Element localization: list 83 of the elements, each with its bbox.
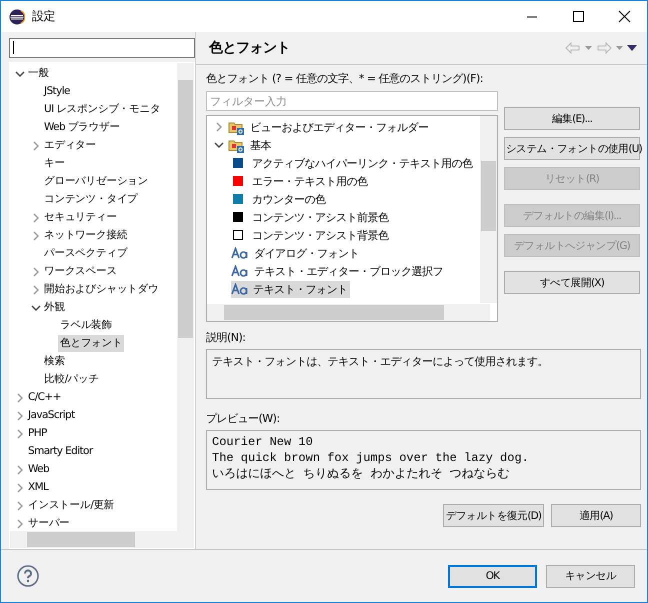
- app-logo-icon: [9, 8, 25, 24]
- tree-item[interactable]: サーバー: [26, 515, 72, 532]
- tree-item[interactable]: テキスト・エディター・ブロック選択フ: [252, 262, 445, 280]
- button[interactable]: デフォルトを復元(D): [443, 504, 544, 527]
- tree-item[interactable]: グローバリゼーション: [42, 173, 150, 190]
- tree-item[interactable]: コンテンツ・アシスト前景色: [250, 208, 390, 226]
- tree-item[interactable]: Web ブラウザー: [42, 119, 122, 136]
- dropdown-icon[interactable]: [616, 46, 623, 50]
- collapse-chevron-icon[interactable]: [15, 70, 25, 78]
- folder-icon: [228, 138, 245, 152]
- expand-chevron-icon[interactable]: [32, 266, 40, 277]
- expand-chevron-icon[interactable]: [16, 428, 24, 439]
- tree-item[interactable]: カウンターの色: [250, 190, 328, 208]
- tree-item[interactable]: 比較/パッチ: [42, 371, 101, 388]
- preview-pane: Courier New 10 The quick brown fox jumps over the lazy dog. いろはにほへと ちりぬるを わかよたれそ つねならむ: [206, 430, 641, 490]
- tree-item[interactable]: UI レスポンシブ・モニタ: [42, 101, 162, 118]
- tree-item[interactable]: エラー・テキスト用の色: [250, 172, 370, 190]
- tree-item[interactable]: ダイアログ・フォント: [252, 244, 361, 262]
- tree-item[interactable]: 色とフォント: [58, 335, 124, 352]
- button[interactable]: システム・フォントの使用(U): [504, 137, 640, 160]
- button[interactable]: 適用(A): [551, 504, 641, 527]
- menu-icon[interactable]: [627, 45, 637, 51]
- tree-item[interactable]: セキュリティー: [42, 209, 119, 226]
- ok-button[interactable]: OK: [448, 564, 537, 588]
- font-icon: [231, 247, 249, 259]
- tree-item[interactable]: コンテンツ・アシスト背景色: [250, 226, 390, 244]
- description-text: テキスト・フォントは、テキスト・エディターによって使用されます。: [206, 349, 641, 399]
- tree-item[interactable]: C/C++: [26, 389, 63, 406]
- tree-item[interactable]: エディター: [42, 137, 98, 154]
- expand-chevron-icon[interactable]: [16, 500, 24, 511]
- help-icon[interactable]: [17, 565, 39, 587]
- expand-chevron-icon[interactable]: [16, 392, 24, 403]
- tree-item[interactable]: PHP: [26, 425, 49, 442]
- button[interactable]: すべて展開(X): [504, 271, 640, 294]
- tree-item[interactable]: 外観: [42, 299, 67, 316]
- button[interactable]: 編集(E)...: [504, 107, 640, 130]
- horizontal-scrollbar[interactable]: [207, 304, 490, 321]
- tree-item[interactable]: アクティブなハイパーリンク・テキスト用の色: [250, 154, 474, 172]
- expand-chevron-icon[interactable]: [32, 212, 40, 223]
- back-arrow-icon[interactable]: [565, 42, 581, 54]
- tree-item[interactable]: 一般: [26, 65, 51, 82]
- filter-field[interactable]: [9, 38, 195, 58]
- tree-item[interactable]: JavaScript: [26, 407, 77, 424]
- tree-item[interactable]: JStyle: [42, 83, 72, 100]
- colors-fonts-label: 色とフォント (? = 任意の文字、* = 任意のストリング)(F):: [206, 71, 483, 87]
- description-label: 説明(N):: [206, 330, 246, 346]
- expand-chevron-icon[interactable]: [32, 140, 40, 151]
- tree-item[interactable]: 検索: [42, 353, 67, 370]
- tree-item[interactable]: Smarty Editor: [26, 443, 95, 460]
- tree-item[interactable]: パースペクティブ: [42, 245, 130, 262]
- forward-arrow-icon[interactable]: [596, 42, 612, 54]
- tree-item[interactable]: Web: [26, 461, 52, 478]
- tree-item[interactable]: 基本: [248, 136, 273, 154]
- cancel-button[interactable]: キャンセル: [546, 564, 635, 588]
- collapse-chevron-icon[interactable]: [214, 141, 224, 149]
- tree-item[interactable]: ワークスペース: [42, 263, 119, 280]
- page-title: 色とフォント: [209, 39, 290, 57]
- tree-item[interactable]: インストール/更新: [26, 497, 116, 514]
- expand-chevron-icon[interactable]: [16, 410, 24, 421]
- font-icon: [231, 265, 249, 277]
- dropdown-icon[interactable]: [585, 46, 592, 50]
- tree-item[interactable]: ラベル装飾: [58, 317, 114, 334]
- vertical-scrollbar[interactable]: [480, 116, 497, 303]
- font-icon: [231, 283, 249, 295]
- tree-item[interactable]: ビューおよびエディター・フォルダー: [248, 118, 430, 136]
- tree-item[interactable]: 開始およびシャットダウ: [42, 281, 160, 298]
- expand-chevron-icon[interactable]: [16, 464, 24, 475]
- expand-chevron-icon[interactable]: [215, 122, 223, 132]
- tree-item[interactable]: ネットワーク接続: [42, 227, 130, 244]
- expand-chevron-icon[interactable]: [16, 482, 24, 493]
- tree-item[interactable]: コンテンツ・タイプ: [42, 191, 140, 208]
- horizontal-scrollbar[interactable]: [10, 531, 194, 548]
- collapse-chevron-icon[interactable]: [31, 304, 41, 312]
- expand-chevron-icon[interactable]: [16, 518, 24, 529]
- folder-icon: [228, 120, 245, 134]
- tree-item[interactable]: XML: [26, 479, 50, 496]
- tree-item[interactable]: キー: [42, 155, 67, 172]
- filter-field[interactable]: フィルター入力: [206, 91, 498, 111]
- vertical-scrollbar[interactable]: [177, 62, 194, 533]
- window-title: 設定: [32, 8, 55, 25]
- expand-chevron-icon[interactable]: [32, 284, 40, 295]
- preview-label: プレビュー(W):: [206, 411, 280, 427]
- expand-chevron-icon[interactable]: [32, 230, 40, 241]
